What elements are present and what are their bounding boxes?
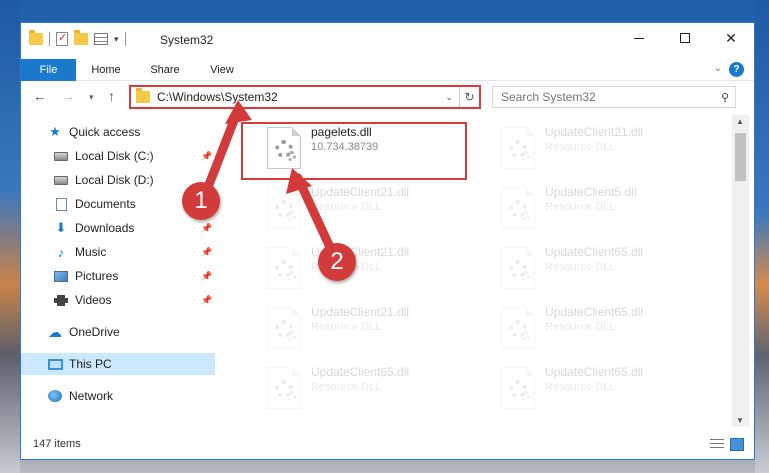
annotation-marker-1: 1 bbox=[182, 182, 220, 220]
annotation-arrows bbox=[200, 100, 340, 263]
annotation-arrow-1 bbox=[200, 100, 252, 200]
annotation-marker-2: 2 bbox=[318, 243, 356, 281]
